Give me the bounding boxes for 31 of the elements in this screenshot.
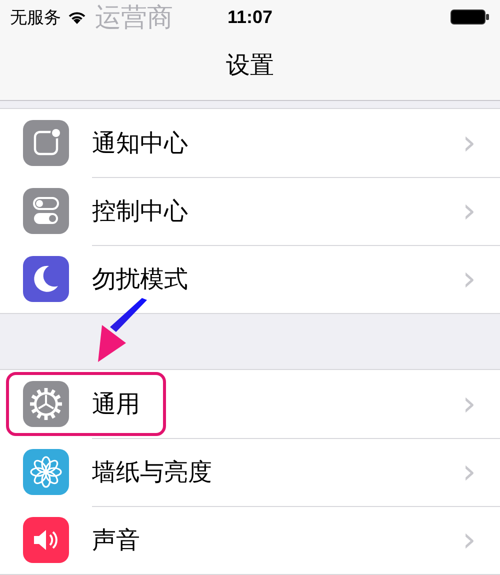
battery-icon — [450, 9, 490, 25]
carrier-label: 运营商 — [95, 2, 173, 35]
settings-row[interactable]: 控制中心 › — [0, 177, 500, 245]
settings-row[interactable]: 通用 › — [0, 370, 500, 438]
chevron-icon: › — [462, 386, 476, 420]
row-label: 勿扰模式 — [92, 264, 188, 295]
chevron-icon: › — [462, 262, 476, 296]
gear-icon — [23, 381, 69, 427]
settings-row[interactable]: 声音 › — [0, 506, 500, 574]
carrier-status: 无服务 — [10, 6, 61, 28]
status-time: 11:07 — [227, 6, 273, 28]
control-icon — [23, 188, 69, 234]
chevron-icon: › — [462, 126, 476, 160]
settings-row[interactable]: 通知中心 › — [0, 109, 500, 177]
settings-row[interactable]: 墙纸与亮度 › — [0, 438, 500, 506]
chevron-icon: › — [462, 454, 476, 488]
row-label: 通用 — [92, 388, 140, 420]
row-label: 墙纸与亮度 — [92, 456, 212, 488]
row-label: 控制中心 — [92, 196, 188, 226]
settings-row[interactable]: 勿扰模式 › — [0, 245, 500, 313]
flower-icon — [23, 449, 69, 495]
chevron-icon: › — [462, 523, 476, 557]
sound-icon — [23, 517, 69, 563]
arrow-drawing — [98, 298, 147, 362]
notification-icon — [23, 120, 69, 166]
screen-title: 设置 — [225, 50, 275, 81]
moon-icon — [23, 256, 69, 302]
chevron-icon: › — [462, 194, 476, 228]
row-label: 声音 — [92, 525, 140, 556]
wifi-icon — [67, 10, 87, 24]
row-label: 通知中心 — [92, 128, 188, 158]
